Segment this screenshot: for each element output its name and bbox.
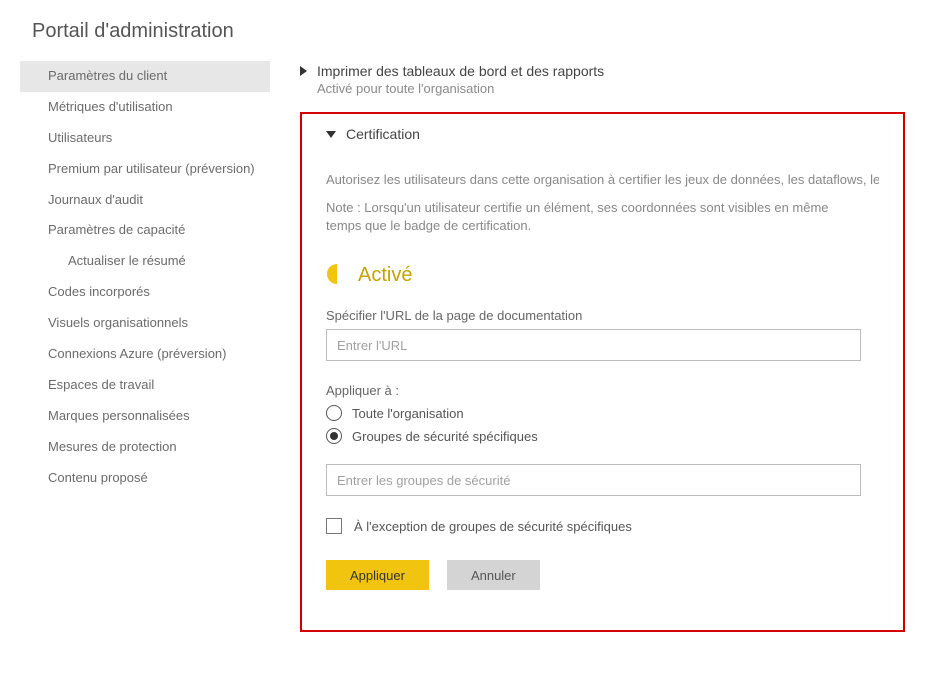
toggle-on-icon[interactable] — [326, 263, 348, 288]
cancel-button[interactable]: Annuler — [447, 560, 540, 590]
sidebar-item-mesures-protection[interactable]: Mesures de protection — [20, 432, 270, 463]
sidebar-item-contenu-propose[interactable]: Contenu proposé — [20, 463, 270, 494]
sidebar-item-metriques[interactable]: Métriques d'utilisation — [20, 92, 270, 123]
radio-entire-org[interactable]: Toute l'organisation — [326, 405, 879, 421]
sidebar-item-utilisateurs[interactable]: Utilisateurs — [20, 123, 270, 154]
sidebar-item-journaux[interactable]: Journaux d'audit — [20, 185, 270, 216]
radio-entire-org-label: Toute l'organisation — [352, 406, 464, 421]
sidebar-item-actualiser-resume[interactable]: Actualiser le résumé — [20, 246, 270, 277]
collapsed-section-subtitle: Activé pour toute l'organisation — [317, 81, 604, 96]
sidebar-item-espaces-travail[interactable]: Espaces de travail — [20, 370, 270, 401]
sidebar-item-connexions-azure[interactable]: Connexions Azure (préversion) — [20, 339, 270, 370]
radio-specific-groups[interactable]: Groupes de sécurité spécifiques — [326, 428, 879, 444]
apply-to-label: Appliquer à : — [326, 383, 879, 398]
radio-checked-icon — [326, 428, 342, 444]
collapsed-section-title: Imprimer des tableaux de bord et des rap… — [317, 63, 604, 79]
url-input[interactable] — [326, 329, 861, 361]
sidebar-item-capacite[interactable]: Paramètres de capacité — [20, 215, 270, 246]
caret-down-icon — [326, 131, 336, 138]
sidebar-item-premium[interactable]: Premium par utilisateur (préversion) — [20, 154, 270, 185]
certification-note: Note : Lorsqu'un utilisateur certifie un… — [326, 199, 866, 235]
certification-panel: Certification Autorisez les utilisateurs… — [300, 112, 905, 632]
radio-icon — [326, 405, 342, 421]
sidebar-item-visuels-org[interactable]: Visuels organisationnels — [20, 308, 270, 339]
sidebar: Paramètres du client Métriques d'utilisa… — [20, 61, 270, 493]
except-groups-label: À l'exception de groupes de sécurité spé… — [354, 519, 632, 534]
content-area: Imprimer des tableaux de bord et des rap… — [300, 61, 905, 632]
toggle-label: Activé — [358, 264, 412, 287]
certification-description: Autorisez les utilisateurs dans cette or… — [326, 172, 879, 187]
radio-specific-groups-label: Groupes de sécurité spécifiques — [352, 429, 538, 444]
apply-button[interactable]: Appliquer — [326, 560, 429, 590]
sidebar-item-codes-incorpores[interactable]: Codes incorporés — [20, 277, 270, 308]
checkbox-icon — [326, 518, 342, 534]
page-title: Portail d'administration — [32, 20, 905, 43]
url-field-label: Spécifier l'URL de la page de documentat… — [326, 308, 879, 323]
sidebar-item-marques[interactable]: Marques personnalisées — [20, 401, 270, 432]
sidebar-item-parametres-client[interactable]: Paramètres du client — [20, 61, 270, 92]
security-groups-input[interactable] — [326, 464, 861, 496]
except-groups-row[interactable]: À l'exception de groupes de sécurité spé… — [326, 518, 879, 534]
collapsed-section-print[interactable]: Imprimer des tableaux de bord et des rap… — [300, 61, 905, 98]
expanded-section-header[interactable]: Certification — [326, 126, 879, 142]
certification-title: Certification — [346, 126, 420, 142]
caret-right-icon — [300, 66, 307, 76]
